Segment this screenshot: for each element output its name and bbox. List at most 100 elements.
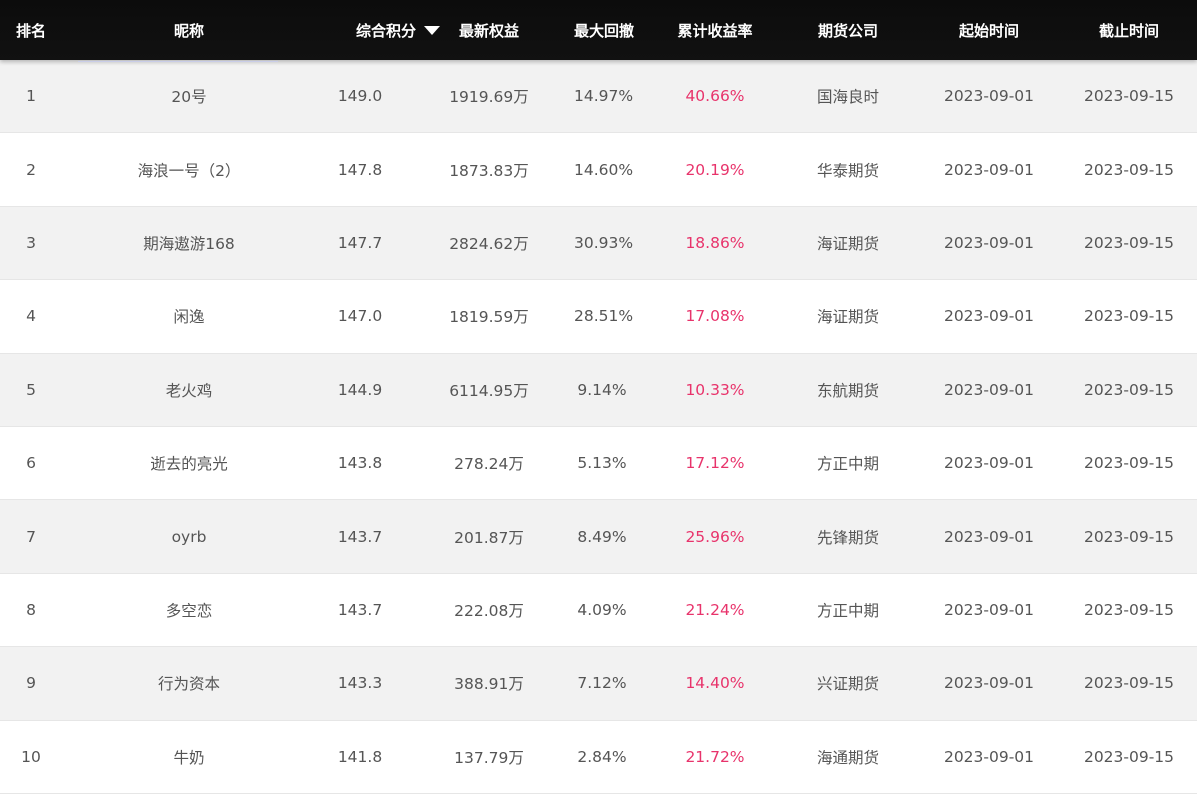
- cell-equity: 388.91万: [454, 675, 524, 694]
- header-end: 截止时间: [1098, 21, 1159, 40]
- cell-rank: 4: [26, 307, 36, 326]
- cell-rank: 2: [26, 160, 36, 179]
- cell-score: 141.8: [337, 747, 383, 766]
- table-row[interactable]: 10 牛奶 141.8 137.79万 2.84% 21.72% 海通期货 20…: [0, 720, 1197, 794]
- cell-start: 2023-09-01: [943, 87, 1035, 106]
- cell-nickname[interactable]: 多空恋: [62, 599, 316, 621]
- ranking-table: 排名 昵称 综合积分 最新权益 最大回撤 累计收益率 期货公司 起始时间 截止时…: [0, 0, 1197, 794]
- table-row[interactable]: 1 20号 149.0 1919.69万 14.97% 40.66% 国海良时 …: [0, 60, 1197, 134]
- cell-score: 147.0: [337, 307, 383, 326]
- cell-start: 2023-09-01: [943, 307, 1035, 326]
- cell-nickname[interactable]: 老火鸡: [62, 379, 316, 401]
- cell-max-drawdown: 30.93%: [574, 233, 634, 252]
- cell-company: 国海良时: [816, 88, 879, 107]
- cell-end: 2023-09-15: [1083, 380, 1175, 399]
- cell-end: 2023-09-15: [1083, 600, 1175, 619]
- cell-rank: 6: [26, 454, 36, 473]
- cell-start: 2023-09-01: [943, 380, 1035, 399]
- header-max-drawdown: 最大回撤: [574, 21, 635, 40]
- cell-cum-return: 20.19%: [685, 160, 745, 179]
- cell-equity: 2824.62万: [449, 234, 529, 253]
- cell-start: 2023-09-01: [943, 747, 1035, 766]
- header-score-sort-button[interactable]: 综合积分: [316, 20, 441, 41]
- cell-nickname[interactable]: 逝去的亮光: [62, 452, 316, 474]
- cell-cum-return: 40.66%: [685, 87, 745, 106]
- cell-max-drawdown: 8.49%: [577, 527, 627, 546]
- table-row[interactable]: 9 行为资本 143.3 388.91万 7.12% 14.40% 兴证期货 2…: [0, 647, 1197, 721]
- cell-company: 东航期货: [816, 381, 879, 400]
- cell-nickname[interactable]: 牛奶: [62, 746, 316, 768]
- cell-company: 海通期货: [816, 748, 879, 767]
- cell-equity: 201.87万: [454, 528, 524, 547]
- cell-rank: 8: [26, 600, 36, 619]
- cell-rank: 5: [26, 380, 36, 399]
- cell-max-drawdown: 2.84%: [577, 747, 627, 766]
- cell-equity: 222.08万: [454, 601, 524, 620]
- header-start: 起始时间: [958, 21, 1019, 40]
- cell-max-drawdown: 14.60%: [574, 160, 634, 179]
- cell-score: 147.8: [337, 160, 383, 179]
- cell-company: 海证期货: [816, 308, 879, 327]
- cell-max-drawdown: 4.09%: [577, 600, 627, 619]
- cell-company: 方正中期: [816, 455, 879, 474]
- header-equity: 最新权益: [458, 21, 519, 40]
- cell-end: 2023-09-15: [1083, 747, 1175, 766]
- cell-rank: 3: [26, 233, 36, 252]
- cell-score: 143.7: [337, 527, 383, 546]
- cell-cum-return: 17.08%: [685, 307, 745, 326]
- cell-end: 2023-09-15: [1083, 160, 1175, 179]
- table-row[interactable]: 8 多空恋 143.7 222.08万 4.09% 21.24% 方正中期 20…: [0, 573, 1197, 648]
- table-row[interactable]: 7 oyrb 143.7 201.87万 8.49% 25.96% 先锋期货 2…: [0, 500, 1197, 574]
- cell-company: 兴证期货: [816, 675, 879, 694]
- cell-end: 2023-09-15: [1083, 233, 1175, 252]
- cell-nickname[interactable]: 期海遨游168: [62, 232, 316, 254]
- cell-cum-return: 25.96%: [685, 527, 745, 546]
- cell-end: 2023-09-15: [1083, 307, 1175, 326]
- cell-max-drawdown: 9.14%: [577, 380, 627, 399]
- cell-start: 2023-09-01: [943, 454, 1035, 473]
- cell-nickname[interactable]: 行为资本: [62, 672, 316, 694]
- cell-score: 143.8: [337, 454, 383, 473]
- cell-cum-return: 18.86%: [685, 233, 745, 252]
- cell-max-drawdown: 14.97%: [574, 87, 634, 106]
- cell-company: 方正中期: [816, 601, 879, 620]
- table-row[interactable]: 2 海浪一号（2） 147.8 1873.83万 14.60% 20.19% 华…: [0, 133, 1197, 207]
- cell-score: 147.7: [337, 233, 383, 252]
- table-row[interactable]: 4 闲逸 147.0 1819.59万 28.51% 17.08% 海证期货 2…: [0, 280, 1197, 354]
- cell-score: 143.7: [337, 600, 383, 619]
- cell-cum-return: 14.40%: [685, 674, 745, 693]
- cell-nickname[interactable]: oyrb: [62, 528, 316, 546]
- cell-start: 2023-09-01: [943, 233, 1035, 252]
- cell-max-drawdown: 28.51%: [574, 307, 634, 326]
- cell-cum-return: 17.12%: [685, 454, 745, 473]
- cell-score: 143.3: [337, 674, 383, 693]
- cell-rank: 7: [26, 527, 36, 546]
- cell-cum-return: 21.24%: [685, 600, 745, 619]
- cell-start: 2023-09-01: [943, 527, 1035, 546]
- cell-rank: 9: [26, 674, 36, 693]
- cell-end: 2023-09-15: [1083, 674, 1175, 693]
- cell-rank: 1: [26, 87, 36, 106]
- cell-rank: 10: [21, 747, 41, 766]
- cell-cum-return: 10.33%: [685, 380, 745, 399]
- cell-equity: 1819.59万: [449, 308, 529, 327]
- header-nickname: 昵称: [173, 21, 204, 40]
- cell-company: 先锋期货: [816, 528, 879, 547]
- cell-start: 2023-09-01: [943, 160, 1035, 179]
- table-row[interactable]: 6 逝去的亮光 143.8 278.24万 5.13% 17.12% 方正中期 …: [0, 426, 1197, 501]
- cell-score: 144.9: [337, 380, 383, 399]
- cell-max-drawdown: 5.13%: [577, 454, 627, 473]
- cell-nickname[interactable]: 海浪一号（2）: [62, 159, 316, 181]
- table-row[interactable]: 3 期海遨游168 147.7 2824.62万 30.93% 18.86% 海…: [0, 206, 1197, 281]
- table-row[interactable]: 5 老火鸡 144.9 6114.95万 9.14% 10.33% 东航期货 2…: [0, 353, 1197, 427]
- table-body: 1 20号 149.0 1919.69万 14.97% 40.66% 国海良时 …: [0, 60, 1197, 794]
- cell-equity: 6114.95万: [449, 381, 529, 400]
- cell-nickname[interactable]: 闲逸: [62, 305, 316, 327]
- cell-cum-return: 21.72%: [685, 747, 745, 766]
- cell-equity: 137.79万: [454, 748, 524, 767]
- cell-score: 149.0: [337, 87, 383, 106]
- cell-company: 海证期货: [816, 234, 879, 253]
- cell-equity: 1919.69万: [449, 88, 529, 107]
- cell-end: 2023-09-15: [1083, 454, 1175, 473]
- cell-nickname[interactable]: 20号: [62, 85, 316, 107]
